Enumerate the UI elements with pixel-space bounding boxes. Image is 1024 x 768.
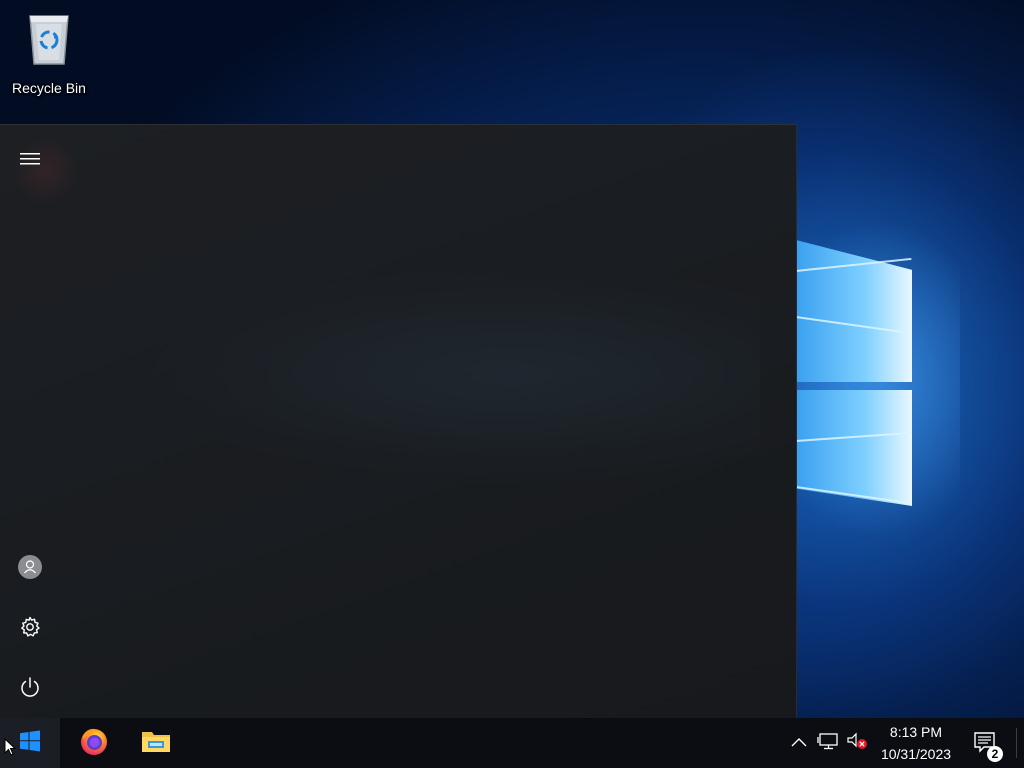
notification-icon: 2	[965, 723, 1005, 763]
mouse-cursor-icon	[4, 737, 17, 756]
desktop-icon-recycle-bin[interactable]: Recycle Bin	[6, 6, 92, 96]
firefox-icon	[79, 726, 109, 761]
volume-muted-icon	[846, 732, 868, 755]
desktop-icon-label: Recycle Bin	[12, 80, 86, 96]
clock-time: 8:13 PM	[889, 724, 943, 740]
taskbar-app-file-explorer[interactable]	[126, 718, 186, 768]
power-icon	[19, 676, 41, 703]
user-account-icon	[17, 554, 43, 585]
taskbar: 8:13 PM 10/31/2023 2	[0, 718, 1024, 768]
user-account-button[interactable]	[0, 545, 60, 593]
desktop-background: Recycle Bin 8:13 PM 10/31/2023 2	[0, 0, 1024, 768]
gear-icon	[19, 616, 41, 643]
windows-logo-icon	[19, 730, 41, 757]
action-center-button[interactable]: 2	[964, 718, 1006, 768]
start-menu	[0, 124, 797, 719]
notification-count-badge: 2	[987, 746, 1003, 762]
power-button[interactable]	[0, 665, 60, 713]
expand-menu-button[interactable]	[0, 137, 60, 185]
chevron-up-icon	[791, 734, 807, 752]
hamburger-menu-icon	[19, 152, 41, 171]
settings-button[interactable]	[0, 605, 60, 653]
clock-date: 10/31/2023	[880, 746, 952, 762]
network-status-button[interactable]	[814, 718, 842, 768]
show-desktop-button[interactable]	[1016, 728, 1024, 758]
taskbar-app-firefox[interactable]	[64, 718, 124, 768]
network-icon	[817, 732, 839, 755]
show-hidden-icons-button[interactable]	[786, 718, 812, 768]
volume-button[interactable]	[844, 718, 870, 768]
folder-icon	[141, 728, 171, 759]
taskbar-clock[interactable]: 8:13 PM 10/31/2023	[872, 718, 960, 768]
recycle-bin-icon	[24, 10, 74, 66]
